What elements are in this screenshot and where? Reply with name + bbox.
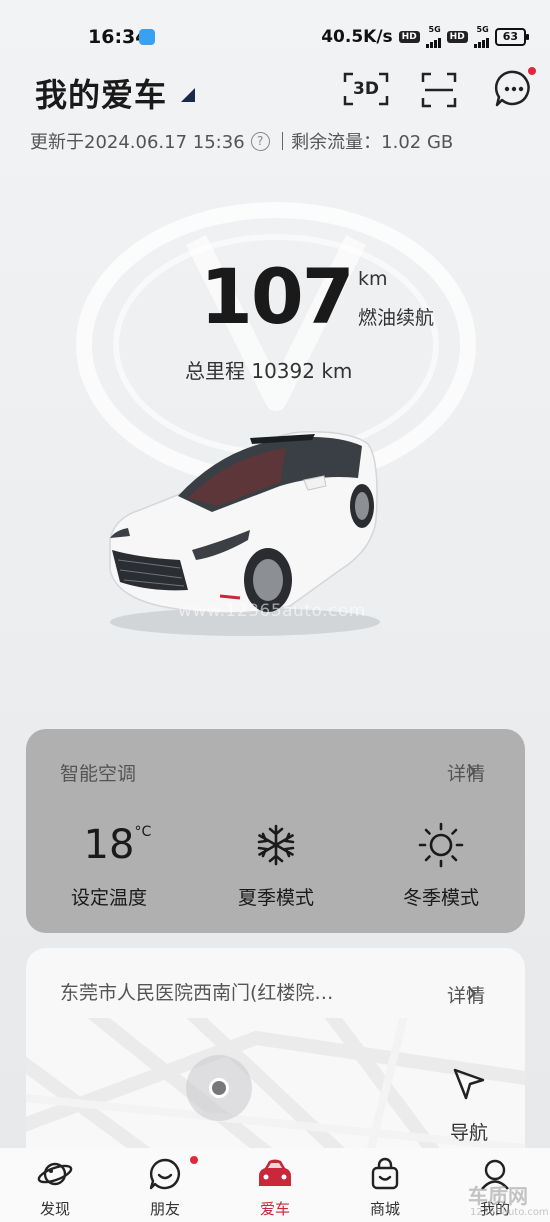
- tab-my-car-label: 爱车: [259, 1200, 290, 1218]
- fuel-range-value: 107: [200, 252, 355, 341]
- set-temperature-label: 设定温度: [70, 887, 147, 909]
- scan-button[interactable]: [421, 72, 457, 108]
- view-3d-button[interactable]: 3D: [343, 72, 389, 106]
- car-icon: [259, 1159, 291, 1186]
- temperature-value: 18 °C: [83, 819, 152, 871]
- signal-2-icon: 5G: [473, 25, 489, 48]
- update-info: 更新于2024.06.17 15:36 ? 剩余流量：1.02 GB: [30, 128, 453, 154]
- tab-friends-label: 朋友: [149, 1200, 180, 1218]
- navigation-arrow-icon: [453, 1068, 485, 1100]
- update-time: 更新于2024.06.17 15:36: [30, 132, 245, 153]
- chat-icon: [494, 70, 530, 107]
- summer-mode-button[interactable]: 夏季模式: [201, 819, 351, 910]
- chat-bubble-icon: [149, 1158, 180, 1190]
- tab-shop-label: 商城: [369, 1200, 400, 1218]
- snowflake-icon: [257, 824, 295, 866]
- total-mileage: 总里程 10392 km: [185, 359, 353, 383]
- temperature-number: 18: [83, 822, 135, 868]
- tab-my-car[interactable]: 爱车: [235, 1156, 315, 1219]
- set-temperature-control[interactable]: 18 °C 设定温度: [34, 819, 184, 910]
- vehicle-location-address: 东莞市人民医院西南门(红楼院…: [60, 982, 334, 1004]
- fuel-range-unit: km: [358, 268, 388, 290]
- navigate-button[interactable]: 导航: [444, 1060, 494, 1144]
- corner-watermark: 车质网: [468, 1184, 528, 1208]
- ac-card-title: 智能空调: [60, 763, 137, 785]
- winter-mode-button[interactable]: 冬季模式: [366, 819, 516, 910]
- hd-badge-2: HD: [446, 31, 468, 43]
- planet-icon: [37, 1162, 73, 1186]
- messages-button[interactable]: [494, 69, 534, 109]
- fuel-range-label: 燃油续航: [358, 307, 435, 329]
- sun-icon: [418, 822, 464, 868]
- signal-2-label: 5G: [476, 25, 489, 34]
- view-3d-label: 3D: [353, 79, 379, 99]
- network-speed: 40.5K/s: [321, 27, 393, 47]
- page-title[interactable]: 我的爱车: [35, 70, 167, 116]
- battery-icon: 63: [494, 28, 530, 46]
- summer-mode-label: 夏季模式: [237, 887, 314, 909]
- caret-down-icon[interactable]: [181, 88, 195, 102]
- smart-ac-card[interactable]: 智能空调 详情 18 °C 设定温度 夏季模式 冬季模式: [26, 729, 525, 933]
- message-notification-dot: [528, 67, 536, 75]
- tab-discover[interactable]: 发现: [15, 1156, 95, 1219]
- winter-mode-label: 冬季模式: [402, 887, 479, 909]
- signal-1-label: 5G: [428, 25, 441, 34]
- temperature-unit: °C: [134, 824, 152, 840]
- friends-notification-dot: [190, 1156, 198, 1164]
- status-bar: 16:34 40.5K/s HD 5G HD 5G 63: [0, 0, 550, 72]
- divider: [281, 132, 284, 150]
- data-remaining: 剩余流量：1.02 GB: [291, 132, 454, 153]
- shopping-bag-icon: [371, 1157, 399, 1190]
- tab-friends[interactable]: 朋友: [125, 1156, 205, 1219]
- hd-badge: HD: [398, 31, 420, 43]
- navigate-label: 导航: [449, 1122, 488, 1144]
- status-right-group: 40.5K/s HD 5G HD 5G 63: [321, 25, 530, 48]
- app-notification-icon: [139, 29, 155, 45]
- vehicle-location-marker: [186, 1055, 252, 1121]
- signal-1-icon: 5G: [425, 25, 441, 48]
- tab-shop[interactable]: 商城: [345, 1156, 425, 1219]
- corner-watermark-url: 12365auto.com: [470, 1207, 549, 1218]
- watermark-text: www.12365auto.com: [178, 601, 366, 621]
- navigation-card[interactable]: 东莞市人民医院西南门(红楼院… 详情 导航: [26, 948, 525, 1168]
- help-icon[interactable]: ?: [250, 131, 270, 151]
- scan-icon: [421, 72, 457, 108]
- tab-discover-label: 发现: [39, 1200, 70, 1218]
